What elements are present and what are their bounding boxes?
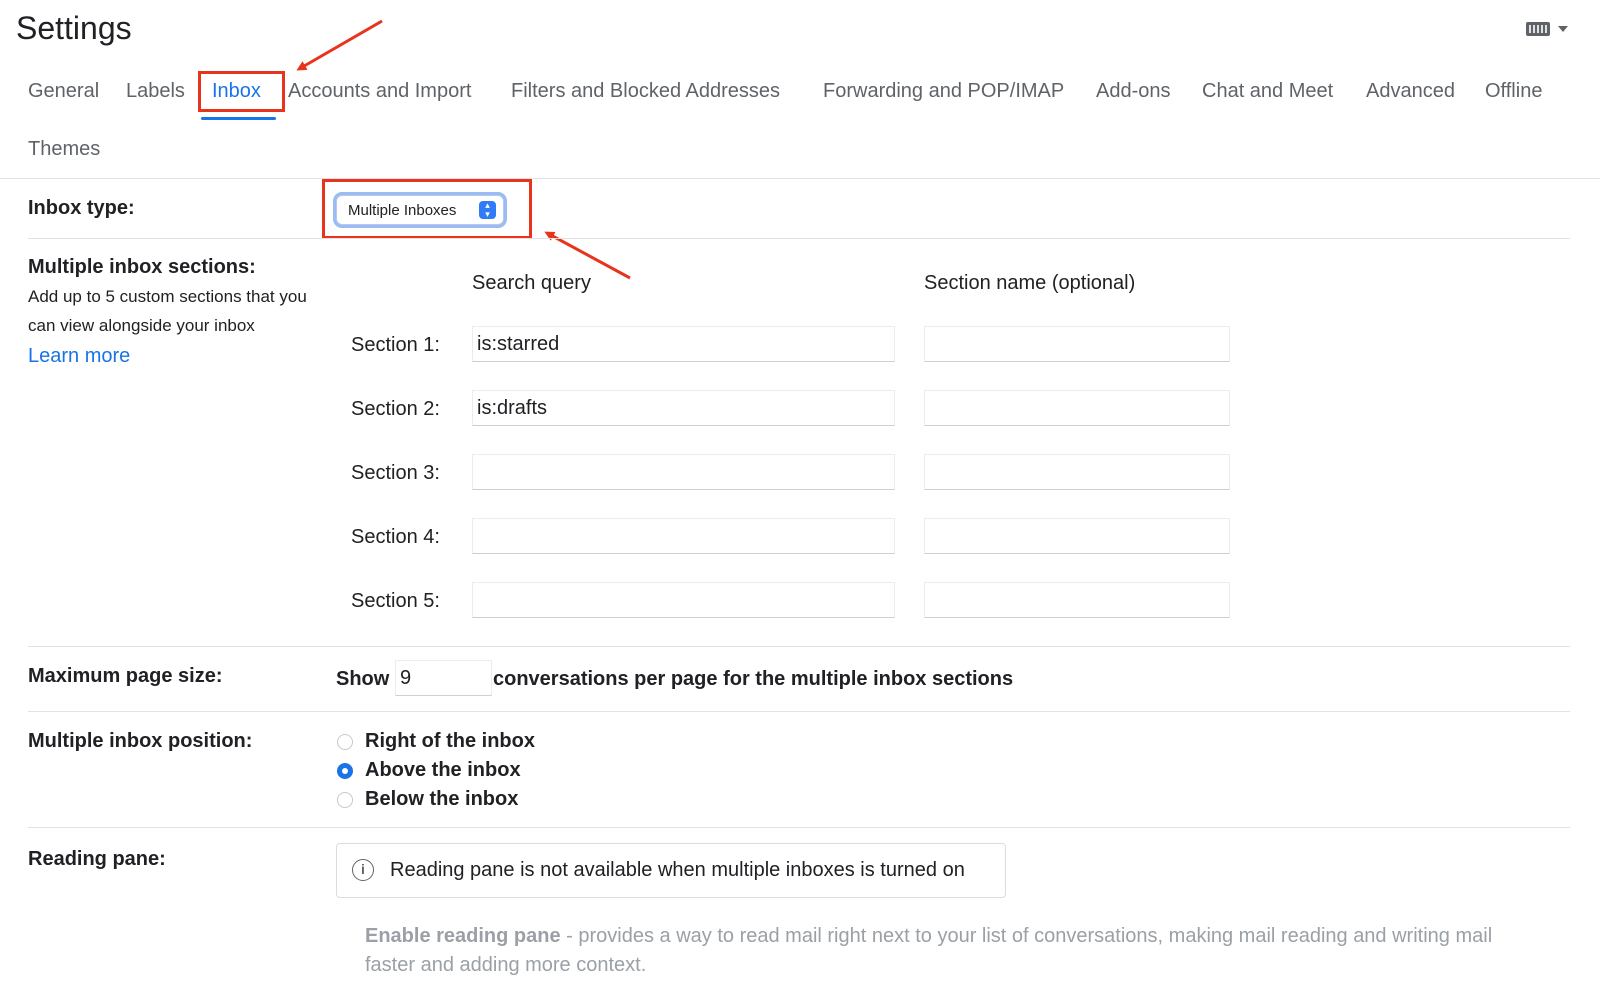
section-name-header: Section name (optional) (924, 272, 1136, 294)
radio-above-inbox[interactable] (337, 763, 353, 779)
arrow-to-inbox-tab (296, 19, 383, 71)
section-2-query-input[interactable] (472, 390, 895, 426)
section-5-label: Section 5: (351, 590, 440, 612)
radio-above-inbox-label[interactable]: Above the inbox (365, 759, 521, 782)
section-2-label: Section 2: (351, 398, 440, 420)
position-label: Multiple inbox position: (28, 730, 253, 752)
section-divider (28, 646, 1570, 647)
inbox-type-value: Multiple Inboxes (348, 201, 457, 219)
enable-reading-pane-desc-line1: - provides a way to read mail right next… (560, 925, 1493, 947)
section-4-query-input[interactable] (472, 518, 895, 554)
section-divider (28, 711, 1570, 712)
inbox-type-select[interactable]: Multiple Inboxes ▴ ▾ (336, 195, 504, 225)
radio-below-inbox-label[interactable]: Below the inbox (365, 788, 518, 811)
multiple-sections-desc-line1: Add up to 5 custom sections that you (28, 287, 307, 306)
radio-right-of-inbox[interactable] (337, 734, 353, 750)
enable-reading-pane-desc-line2: faster and adding more context. (365, 954, 647, 976)
section-3-label: Section 3: (351, 462, 440, 484)
page-size-input[interactable] (395, 660, 492, 696)
section-1-name-input[interactable] (924, 326, 1230, 362)
enable-reading-pane-label: Enable reading pane (365, 925, 561, 947)
select-updown-icon: ▴ ▾ (479, 201, 496, 219)
section-1-label: Section 1: (351, 334, 440, 356)
section-divider (28, 827, 1570, 828)
section-5-query-input[interactable] (472, 582, 895, 618)
section-2-name-input[interactable] (924, 390, 1230, 426)
section-3-name-input[interactable] (924, 454, 1230, 490)
section-5-name-input[interactable] (924, 582, 1230, 618)
section-divider (28, 238, 1570, 239)
radio-right-of-inbox-label[interactable]: Right of the inbox (365, 730, 535, 753)
section-1-query-input[interactable] (472, 326, 895, 362)
section-4-name-input[interactable] (924, 518, 1230, 554)
section-3-query-input[interactable] (472, 454, 895, 490)
page-size-suffix: conversations per page for the multiple … (493, 668, 1014, 690)
reading-pane-notice-text: Reading pane is not available when multi… (390, 859, 965, 881)
page-size-show-text: Show (336, 668, 390, 690)
page-size-label: Maximum page size: (28, 665, 223, 687)
section-4-label: Section 4: (351, 526, 440, 548)
reading-pane-label: Reading pane: (28, 848, 166, 870)
annotation-arrows (296, 19, 631, 280)
radio-below-inbox[interactable] (337, 792, 353, 808)
learn-more-link[interactable]: Learn more (28, 345, 130, 368)
enable-reading-pane-desc: Enable reading pane - provides a way to … (365, 922, 1492, 951)
search-query-header: Search query (472, 272, 591, 294)
multiple-sections-desc-line2: can view alongside your inbox (28, 316, 255, 335)
reading-pane-notice: i Reading pane is not available when mul… (336, 843, 1006, 898)
info-icon: i (352, 859, 374, 881)
multiple-sections-label: Multiple inbox sections: (28, 256, 256, 278)
inbox-type-label: Inbox type: (28, 197, 135, 219)
tabs-divider (0, 178, 1600, 179)
